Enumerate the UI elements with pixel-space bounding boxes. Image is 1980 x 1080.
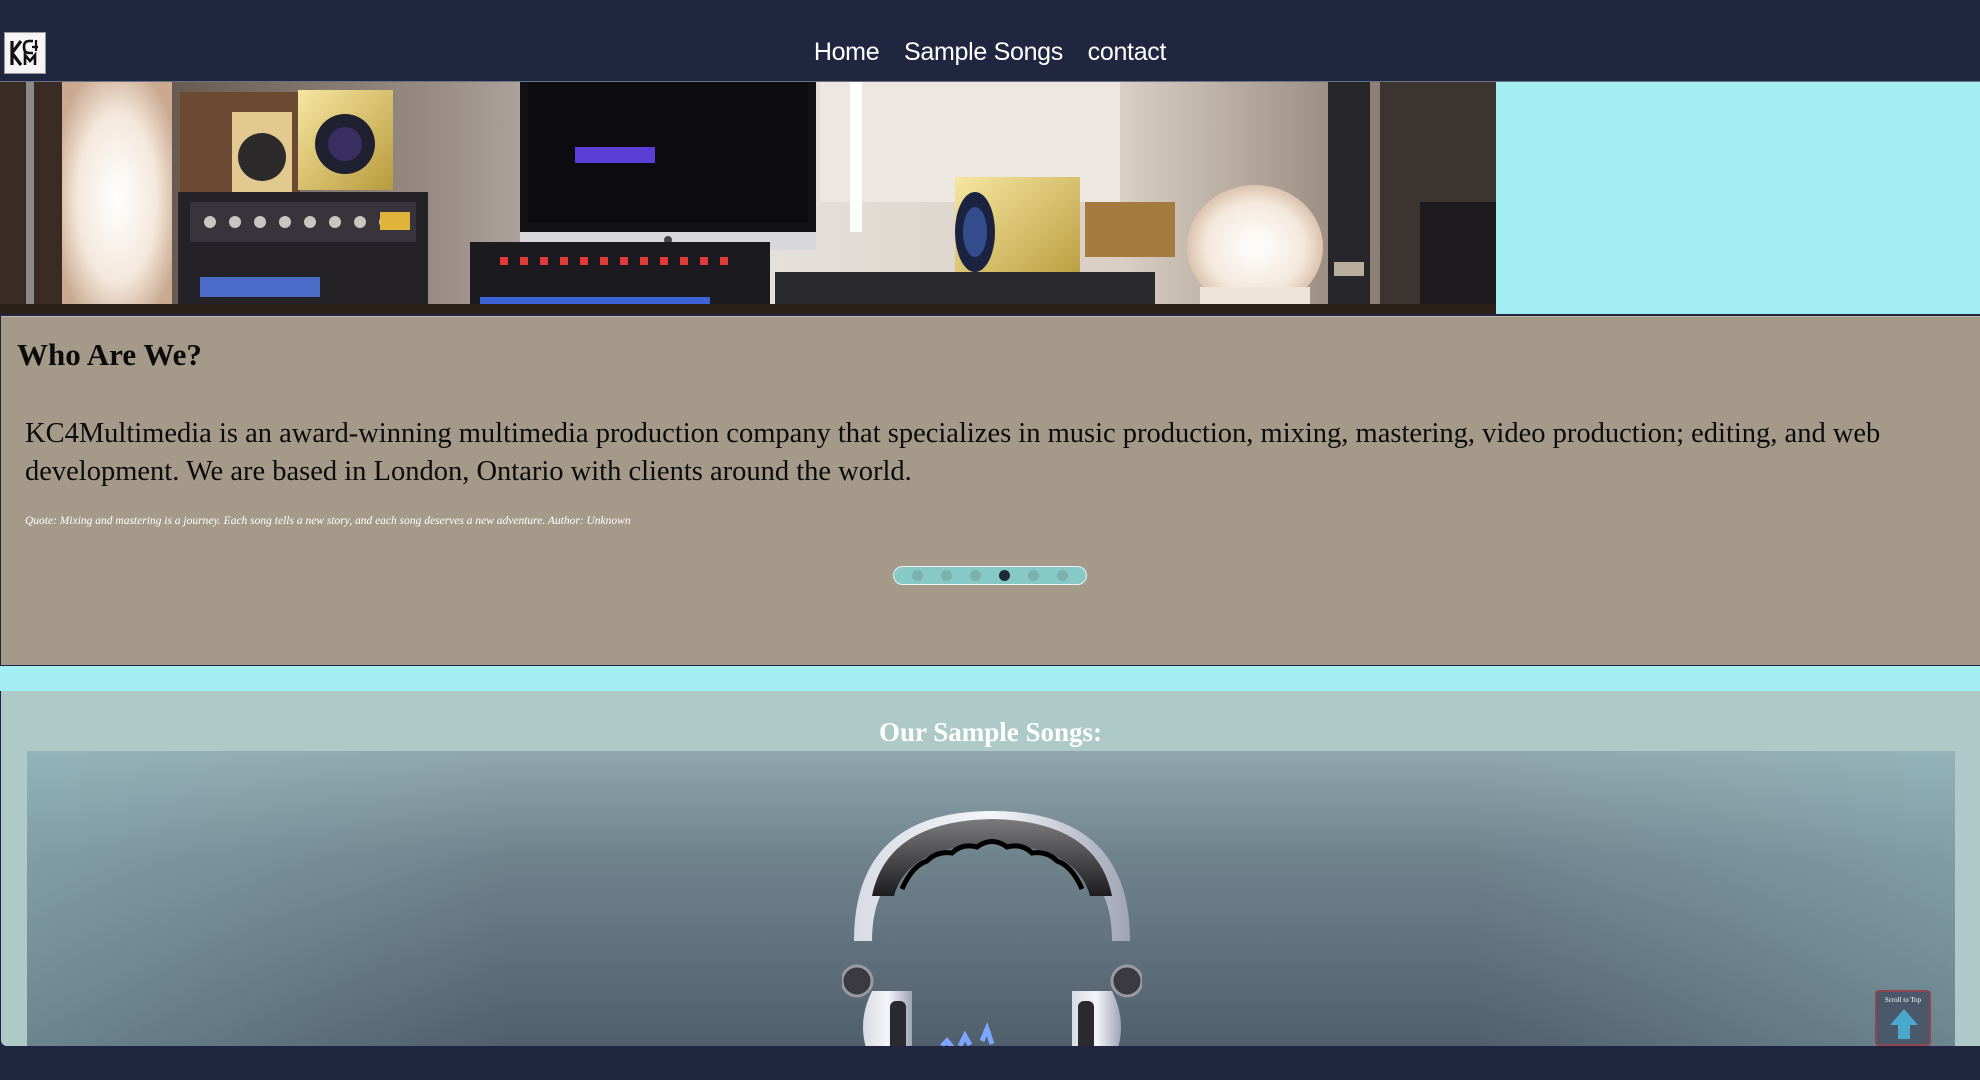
headphones-icon	[842, 811, 1142, 1046]
hero-studio-image	[0, 82, 1496, 314]
about-quote: Quote: Mixing and mastering is a journey…	[25, 515, 631, 527]
carousel-dot[interactable]	[912, 570, 923, 581]
main-nav: Home Sample Songs contact	[0, 38, 1980, 67]
page: Home Sample Songs contact Who Are We? KC…	[0, 0, 1980, 1080]
carousel-dot[interactable]	[941, 570, 952, 581]
nav-contact-link[interactable]: contact	[1088, 38, 1167, 66]
carousel-dot-active[interactable]	[999, 570, 1010, 581]
scroll-to-top-button[interactable]: Scroll to Top	[1875, 990, 1931, 1046]
studio-illustration	[0, 82, 1496, 314]
sample-songs-section: Our Sample Songs:	[1, 691, 1980, 1046]
sample-songs-banner	[27, 751, 1955, 1046]
arrow-up-icon	[1890, 1009, 1918, 1039]
sample-songs-title: Our Sample Songs:	[878, 717, 1103, 747]
carousel-dot[interactable]	[1057, 570, 1068, 581]
section-separator	[0, 666, 1980, 691]
about-description: KC4Multimedia is an award-winning multim…	[25, 418, 1881, 487]
about-section: Who Are We? KC4Multimedia is an award-wi…	[1, 316, 1980, 665]
nav-sample-songs-link[interactable]: Sample Songs	[904, 38, 1063, 66]
carousel-indicators	[893, 566, 1087, 585]
carousel-dot[interactable]	[1028, 570, 1039, 581]
about-title: Who Are We?	[17, 337, 202, 372]
nav-home-link[interactable]: Home	[814, 38, 880, 66]
scroll-to-top-label: Scroll to Top	[1884, 996, 1922, 1004]
top-navigation-bar: Home Sample Songs contact	[0, 0, 1980, 82]
carousel-dot[interactable]	[970, 570, 981, 581]
